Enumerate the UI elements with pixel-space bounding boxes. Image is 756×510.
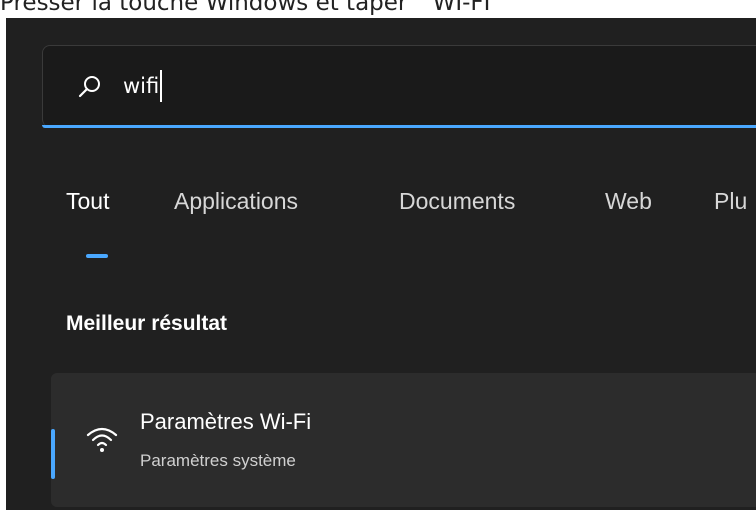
tab-web[interactable]: Web — [605, 188, 652, 215]
best-match-result-item[interactable] — [51, 373, 756, 507]
best-match-heading: Meilleur résultat — [66, 312, 228, 335]
tab-applications[interactable]: Applications — [174, 188, 298, 215]
search-input[interactable]: wifi — [123, 70, 163, 102]
result-title: Paramètres Wi-Fi — [140, 409, 312, 434]
wifi-icon — [86, 427, 118, 452]
tab-documents[interactable]: Documents — [399, 188, 515, 215]
tab-all[interactable]: Tout — [66, 188, 109, 215]
result-subtitle: Paramètres système — [140, 451, 296, 470]
windows-search-panel: wifi Tout Applications Documents Web Plu… — [6, 18, 756, 510]
selection-accent-bar — [51, 429, 55, 479]
filter-tabs: Tout Applications Documents Web Plu — [6, 188, 756, 248]
search-box[interactable]: wifi — [42, 45, 756, 128]
search-icon — [78, 76, 100, 98]
tab-more[interactable]: Plu — [714, 188, 747, 215]
instruction-caption: Presser la touche Windows et taper " WI-… — [0, 0, 509, 16]
active-tab-indicator — [86, 254, 108, 258]
